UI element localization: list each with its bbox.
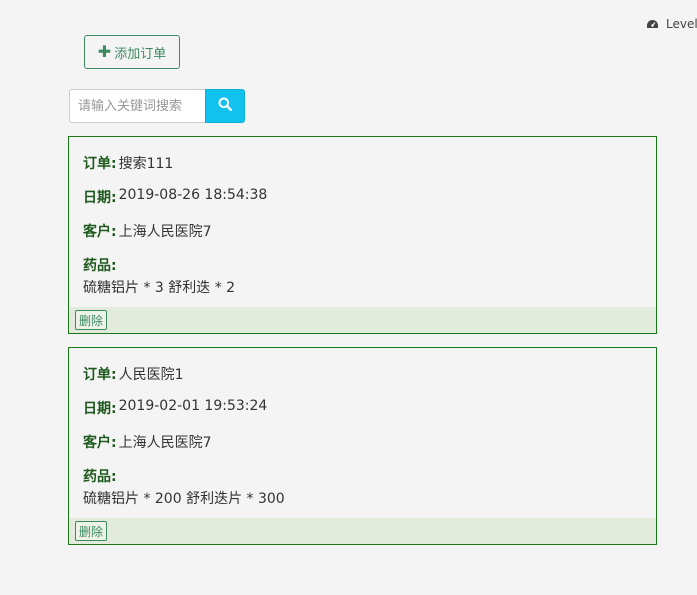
order-drugs-label: 药品: [83,469,117,485]
order-id-row: 订单: 人民医院1 [83,364,642,398]
order-date-row: 日期: 2019-02-01 19:53:24 [83,398,642,432]
order-date-row: 日期: 2019-08-26 18:54:38 [83,187,642,221]
order-card-footer: 删除 [69,518,656,544]
order-drugs-value: 硫糖铝片 * 3 舒利迭 * 2 [83,280,236,296]
order-card: 订单: 人民医院1 日期: 2019-02-01 19:53:24 客户: 上海… [68,347,657,545]
level-label: Level [666,17,697,31]
order-drugs-label: 药品: [83,258,117,274]
order-date-value: 2019-08-26 18:54:38 [118,187,268,203]
order-customer-value: 上海人民医院7 [118,435,212,451]
order-date-label: 日期: [83,190,117,206]
search-button[interactable] [205,89,245,123]
order-customer-row: 客户: 上海人民医院7 [83,432,642,466]
dashboard-icon [646,19,659,30]
delete-order-button[interactable]: 删除 [75,521,108,541]
order-drugs-block: 药品: 硫糖铝片 * 200 舒利迭片 * 300 [83,466,642,518]
order-customer-value: 上海人民医院7 [118,224,212,240]
delete-order-button[interactable]: 删除 [75,310,108,330]
order-card: 订单: 搜索111 日期: 2019-08-26 18:54:38 客户: 上海… [68,136,657,334]
add-order-button[interactable]: ✚ 添加订单 [84,35,180,69]
add-order-label: 添加订单 [114,46,167,62]
order-id-label: 订单: [83,156,117,172]
order-id-value: 人民医院1 [118,367,184,383]
order-customer-label: 客户: [83,435,117,451]
plus-icon: ✚ [97,42,112,61]
order-customer-label: 客户: [83,224,117,240]
search-bar [69,89,245,123]
level-menu[interactable]: Level [646,17,697,31]
order-id-label: 订单: [83,367,117,383]
order-drugs-block: 药品: 硫糖铝片 * 3 舒利迭 * 2 [83,255,642,307]
search-icon [218,97,233,115]
order-date-label: 日期: [83,401,117,417]
order-id-row: 订单: 搜索111 [83,153,642,187]
order-drugs-value: 硫糖铝片 * 200 舒利迭片 * 300 [83,491,285,507]
order-customer-row: 客户: 上海人民医院7 [83,221,642,255]
search-input[interactable] [69,89,205,123]
order-date-value: 2019-02-01 19:53:24 [118,398,268,414]
order-id-value: 搜索111 [118,156,174,172]
order-card-footer: 删除 [69,307,656,333]
